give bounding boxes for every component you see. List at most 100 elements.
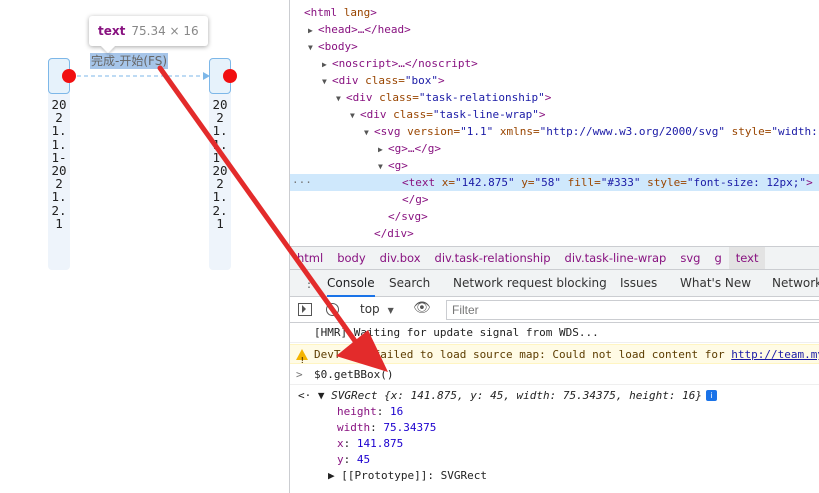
- clear-console-icon[interactable]: [326, 303, 339, 316]
- prop-key: height: [337, 405, 377, 418]
- expand-triangle-open-icon[interactable]: ▼: [322, 73, 332, 90]
- tag-rest: >: [437, 74, 445, 87]
- dom-node-line[interactable]: ▼ <div class="task-line-wrap">: [290, 106, 819, 123]
- dom-node-line[interactable]: </div>: [290, 225, 819, 242]
- expand-triangle-closed-icon[interactable]: ▶: [322, 56, 332, 73]
- breadcrumb-item[interactable]: body: [330, 247, 372, 269]
- tag-name: <head>: [318, 23, 358, 36]
- result-object-header[interactable]: <· ▼ SVGRect {x: 141.875, y: 45, width: …: [290, 388, 819, 404]
- dom-node-line[interactable]: </svg>: [290, 208, 819, 225]
- console-result[interactable]: <· ▼ SVGRect {x: 141.875, y: 45, width: …: [290, 386, 819, 493]
- tag-name: <g>: [388, 142, 408, 155]
- devtools-panel: <html lang> ▶ <head>…</head> ▼ <body> ▶ <noscr…: [289, 0, 819, 493]
- dom-node-line[interactable]: ▶ <head>…</head>: [290, 21, 819, 38]
- tag-name: <noscript>: [332, 57, 399, 70]
- attr-name: x=: [435, 176, 455, 189]
- dom-node-line[interactable]: ▼ <svg version="1.1" xmlns="http://www.w3…: [290, 123, 819, 140]
- tab-network[interactable]: Network: [772, 270, 819, 297]
- prop-key: width: [337, 421, 371, 434]
- warning-link[interactable]: http://team.my: [731, 348, 819, 361]
- chevron-down-icon: ▼: [387, 306, 394, 315]
- expand-triangle-open-icon[interactable]: ▼: [336, 90, 346, 107]
- selected-node-marker[interactable]: ···: [292, 174, 312, 191]
- tag-rest: …</noscript>: [398, 57, 478, 70]
- breadcrumb-item[interactable]: svg: [673, 247, 707, 269]
- attr-name: style=: [725, 125, 772, 138]
- tag-rest: >: [370, 6, 377, 19]
- tab-network-request-blocking[interactable]: Network request blocking: [453, 270, 607, 297]
- context-select-value: top: [360, 302, 380, 316]
- dom-node-line[interactable]: ▶ <g>…</g>: [290, 140, 819, 157]
- tab-search[interactable]: Search: [389, 270, 430, 297]
- result-arrow-icon: <·: [298, 389, 318, 402]
- tab-what-s-new[interactable]: What's New: [680, 270, 751, 297]
- console-log[interactable]: [HMR] Waiting for update signal from WDS…: [290, 323, 819, 493]
- expand-triangle-open-icon[interactable]: ▼: [364, 124, 374, 141]
- prop-value: 16: [390, 405, 404, 418]
- warning-text: DevTools failed to load source map: Coul…: [314, 348, 732, 361]
- attr-value: "58": [534, 176, 561, 189]
- prop-value: 75.34375: [383, 421, 437, 434]
- prop-colon: :: [370, 421, 384, 434]
- info-icon[interactable]: i: [706, 390, 717, 401]
- attr-name: version=: [400, 125, 461, 138]
- context-select[interactable]: top ▼: [360, 302, 394, 316]
- relationship-label[interactable]: 完成-开始(FS): [90, 53, 169, 69]
- expand-triangle-closed-icon[interactable]: ▶: [378, 141, 388, 158]
- attr-value: "http://www.w3.org/2000/svg": [539, 125, 726, 138]
- attr-name: class=: [372, 91, 419, 104]
- attr-value: "width: 10: [771, 125, 819, 138]
- page-preview: 2021.1.1-2021.2.1 2021.1.1-2021.2.1 完成-开…: [0, 0, 289, 493]
- expand-triangle-open-icon[interactable]: ▼: [378, 158, 388, 175]
- result-type: SVGRect: [331, 389, 385, 402]
- expand-triangle-closed-icon[interactable]: ▶: [308, 22, 318, 39]
- attr-value: "142.875": [455, 176, 515, 189]
- attr-value: "box": [404, 74, 438, 87]
- tag-rest: …</g>: [407, 142, 441, 155]
- tag-name: <svg: [374, 125, 401, 138]
- inspect-tooltip: text 75.34 × 16: [89, 16, 208, 54]
- drawer-menu-icon[interactable]: ⋮: [303, 270, 315, 296]
- prototype-value: SVGRect: [440, 469, 487, 482]
- tag-name: </svg>: [388, 210, 428, 223]
- dom-node-line[interactable]: ▶ <noscript>…</noscript>: [290, 55, 819, 72]
- dom-node-line[interactable]: <text x="142.875" y="58" fill="#333" sty…: [290, 174, 819, 191]
- breadcrumb-item[interactable]: div.task-relationship: [428, 247, 558, 269]
- expand-triangle-open-icon[interactable]: ▼: [308, 39, 318, 56]
- dom-node-line[interactable]: ▼ <div class="task-relationship">: [290, 89, 819, 106]
- task-bar-start[interactable]: 2021.1.1-2021.2.1: [48, 58, 76, 270]
- breadcrumb-item[interactable]: div.box: [373, 247, 428, 269]
- breadcrumb-item[interactable]: text: [728, 247, 766, 269]
- tag-name: </g>: [402, 193, 429, 206]
- link-handle-dot[interactable]: [62, 69, 76, 83]
- task-dates: 2021.1.1-2021.2.1: [212, 97, 228, 231]
- tag-name: <div: [332, 74, 359, 87]
- tag-rest: >: [544, 91, 552, 104]
- elements-tree[interactable]: <html lang> ▶ <head>…</head> ▼ <body> ▶ <noscr…: [290, 0, 819, 245]
- result-property: width: 75.34375: [290, 420, 819, 436]
- dom-node-line[interactable]: ▼ <body>: [290, 38, 819, 55]
- expand-triangle-closed-icon: ▶: [328, 469, 342, 482]
- task-bar-end[interactable]: 2021.1.1-2021.2.1: [209, 58, 237, 270]
- result-prototype[interactable]: ▶ [[Prototype]]: SVGRect: [290, 468, 819, 484]
- result-property: height: 16: [290, 404, 819, 420]
- live-expression-eye-icon[interactable]: 👁: [413, 300, 431, 316]
- dom-node-line[interactable]: <html lang>: [290, 4, 819, 21]
- link-handle-dot[interactable]: [223, 69, 237, 83]
- tab-issues[interactable]: Issues: [620, 270, 657, 297]
- sidebar-toggle-icon[interactable]: [298, 303, 312, 316]
- breadcrumb-item[interactable]: html: [290, 247, 330, 269]
- drawer-tabbar: ⋮ Console Search Network request blocking I…: [290, 270, 819, 297]
- dom-node-line[interactable]: ▼ <g>: [290, 157, 819, 174]
- attr-name: xmlns=: [493, 125, 540, 138]
- breadcrumb-item[interactable]: g: [707, 247, 728, 269]
- tooltip-size: 75.34 × 16: [131, 24, 199, 38]
- dom-node-line[interactable]: ▼ <div class="box">: [290, 72, 819, 89]
- expand-triangle-open-icon[interactable]: ▼: [350, 107, 360, 124]
- prop-value: 141.875: [356, 437, 404, 450]
- filter-input[interactable]: [446, 300, 819, 320]
- tooltip-tag: text: [98, 24, 126, 38]
- breadcrumb-item[interactable]: div.task-line-wrap: [558, 247, 674, 269]
- dom-node-line[interactable]: </g>: [290, 191, 819, 208]
- tab-console[interactable]: Console: [327, 270, 375, 297]
